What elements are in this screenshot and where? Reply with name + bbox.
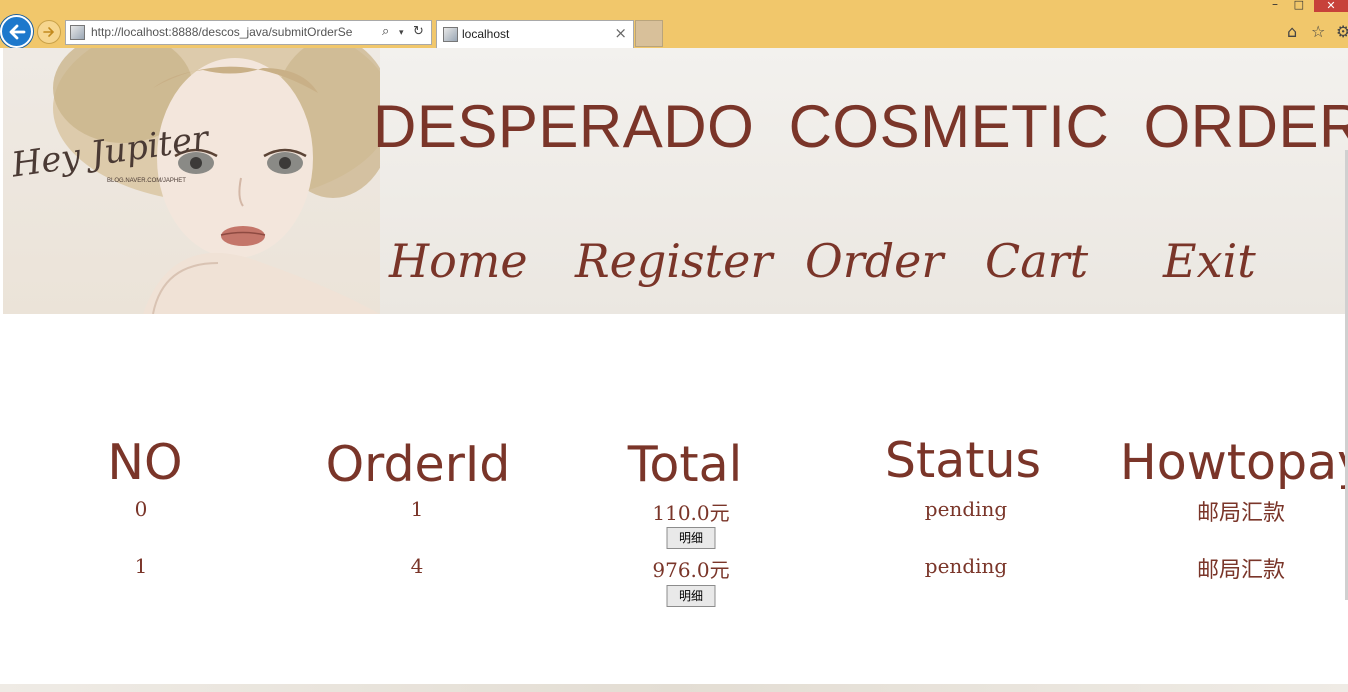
browser-chrome: http://localhost:8888/descos_java/submit… [0, 0, 1348, 48]
nav-register-link[interactable]: Register [575, 234, 772, 288]
tab-title: localhost [462, 27, 510, 41]
site-title: DESPERADO COSMETIC ORDER [373, 93, 1348, 160]
search-icon[interactable]: ⌕ [382, 24, 389, 39]
column-header-howtopay: Howtopay [1119, 434, 1348, 491]
settings-gear-icon[interactable]: ⚙ [1336, 22, 1348, 41]
cell-total: 976.0元 [652, 558, 730, 582]
cell-no: 0 [134, 497, 148, 521]
column-header-orderid: OrderId [325, 436, 511, 493]
favorites-star-icon[interactable]: ☆ [1311, 22, 1325, 41]
cell-total: 110.0元 [652, 501, 730, 525]
address-url[interactable]: http://localhost:8888/descos_java/submit… [91, 25, 377, 39]
address-bar[interactable]: http://localhost:8888/descos_java/submit… [65, 20, 432, 45]
column-header-status: Status [884, 432, 1042, 489]
nav-order-link[interactable]: Order [805, 234, 943, 288]
nav-cart-link[interactable]: Cart [985, 234, 1088, 288]
cell-howtopay: 邮局汇款 [1196, 501, 1286, 526]
nav-exit-link[interactable]: Exit [1163, 234, 1256, 288]
back-button[interactable] [0, 15, 33, 48]
window-close-button[interactable]: ✕ [1314, 0, 1348, 12]
new-tab-button[interactable] [635, 20, 663, 47]
footer-texture [0, 684, 1348, 692]
header-banner: Hey Jupiter BLOG.NAVER.COM/JAPHET DESPER… [3, 48, 1348, 314]
tab-close-icon[interactable]: × [614, 24, 627, 42]
forward-button[interactable] [37, 20, 61, 44]
tab-favicon-icon [443, 27, 458, 42]
logo-subtext: BLOG.NAVER.COM/JAPHET [107, 178, 186, 184]
cell-order-id: 4 [410, 554, 424, 578]
minimize-icon[interactable]: – [1272, 0, 1278, 11]
nav-home-link[interactable]: Home [389, 234, 528, 288]
cell-status: pending [924, 497, 1008, 521]
portrait-image [53, 48, 380, 314]
maximize-icon[interactable]: □ [1294, 0, 1304, 11]
column-header-total: Total [627, 436, 743, 493]
detail-button[interactable]: 明细 [666, 585, 716, 607]
portrait-illustration: Hey Jupiter BLOG.NAVER.COM/JAPHET [3, 48, 380, 314]
forward-arrow-icon [43, 27, 55, 37]
home-icon[interactable]: ⌂ [1287, 22, 1297, 41]
cell-howtopay: 邮局汇款 [1196, 558, 1286, 583]
page-favicon-icon [70, 25, 85, 40]
refresh-icon[interactable]: ↻ [413, 24, 424, 39]
detail-button[interactable]: 明细 [666, 527, 716, 549]
column-header-no: NO [107, 434, 183, 491]
tab-localhost[interactable]: localhost × [436, 20, 634, 48]
dropdown-chevron-icon[interactable]: ▾ [399, 28, 404, 38]
cell-status: pending [924, 554, 1008, 578]
back-arrow-icon [9, 24, 26, 40]
cell-order-id: 1 [410, 497, 424, 521]
cell-no: 1 [134, 554, 148, 578]
